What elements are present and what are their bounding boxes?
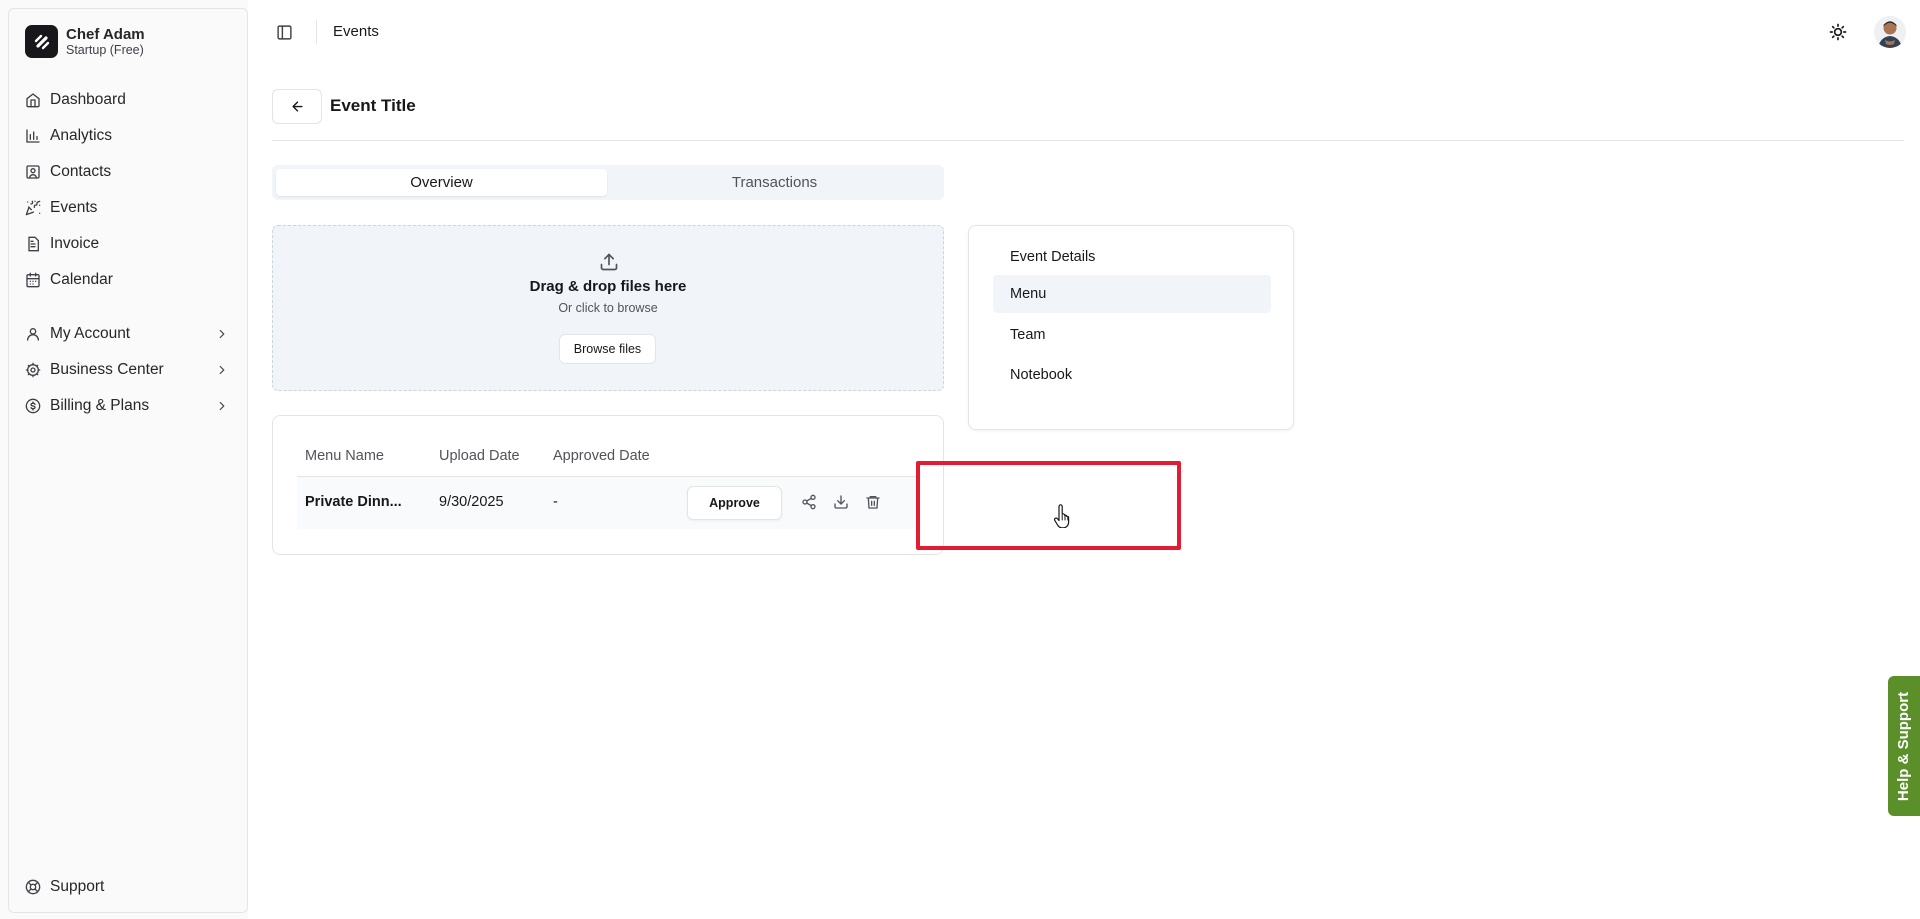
sidebar-item-label: Calendar [50, 271, 113, 288]
sidebar-item-support[interactable]: Support [17, 869, 239, 905]
sidebar-item-label: Invoice [50, 235, 100, 252]
footer-nav: Support [17, 869, 239, 905]
upload-icon [599, 252, 619, 272]
sidebar-item-dashboard[interactable]: Dashboard [17, 82, 239, 118]
details-item-notebook[interactable]: Notebook [993, 356, 1271, 394]
life-buoy-icon [25, 879, 41, 895]
divider [272, 140, 1904, 141]
share-icon[interactable] [801, 494, 817, 510]
event-details-nav: Event Details Menu Team Notebook [968, 225, 1294, 430]
panel-left-icon [276, 24, 293, 41]
chevron-right-icon [215, 399, 229, 413]
contact-icon [25, 164, 41, 180]
arrow-left-icon [290, 99, 305, 114]
sidebar-item-invoice[interactable]: Invoice [17, 226, 239, 262]
tab-transactions[interactable]: Transactions [609, 169, 940, 196]
menu-table: Menu Name Upload Date Approved Date Priv… [272, 415, 944, 555]
download-icon[interactable] [833, 494, 849, 510]
sidebar-item-label: Business Center [50, 361, 164, 378]
account-nav: My Account Business Center Billing & Pla… [17, 316, 239, 424]
chevron-right-icon [215, 363, 229, 377]
sidebar-item-label: My Account [50, 325, 131, 342]
brand-name: Chef Adam [66, 25, 145, 43]
dropzone-subtitle: Or click to browse [558, 301, 658, 315]
dropzone-title: Drag & drop files here [529, 278, 687, 295]
sidebar-item-business-center[interactable]: Business Center [17, 352, 239, 388]
user-icon [25, 326, 41, 342]
main-content: Events Event Title Overview Transactions… [248, 0, 1920, 919]
brand-plan: Startup (Free) [66, 42, 144, 57]
tab-overview[interactable]: Overview [276, 169, 607, 196]
details-item-team[interactable]: Team [993, 316, 1271, 354]
annotation-highlight-box [916, 461, 1181, 550]
sidebar-item-label: Dashboard [50, 91, 126, 108]
browse-files-button[interactable]: Browse files [559, 334, 656, 364]
hand-pointer-cursor-icon [1053, 504, 1073, 528]
sidebar-item-calendar[interactable]: Calendar [17, 262, 239, 298]
sidebar-toggle-button[interactable] [272, 20, 296, 44]
header-divider [316, 20, 317, 44]
sidebar-item-contacts[interactable]: Contacts [17, 154, 239, 190]
tab-list: Overview Transactions [272, 165, 944, 200]
cell-upload-date: 9/30/2025 [439, 494, 504, 510]
sidebar-item-my-account[interactable]: My Account [17, 316, 239, 352]
details-item-event-details[interactable]: Event Details [993, 238, 1271, 276]
sidebar-item-label: Contacts [50, 163, 112, 180]
breadcrumb[interactable]: Events [333, 23, 379, 40]
back-button[interactable] [272, 89, 322, 124]
column-header-approved-date[interactable]: Approved Date [553, 448, 650, 464]
bar-chart-icon [25, 128, 41, 144]
cell-menu-name: Private Dinn... [305, 494, 402, 510]
settings-icon [25, 362, 41, 378]
brand[interactable]: Chef Adam Startup (Free) [25, 25, 145, 58]
file-text-icon [25, 236, 41, 252]
trash-icon[interactable] [865, 494, 881, 510]
brand-logo [25, 25, 58, 58]
sidebar-item-analytics[interactable]: Analytics [17, 118, 239, 154]
sidebar-item-events[interactable]: Events [17, 190, 239, 226]
chevron-right-icon [215, 327, 229, 341]
theme-toggle-sun-icon[interactable] [1828, 22, 1848, 42]
column-header-menu-name[interactable]: Menu Name [305, 448, 384, 464]
file-dropzone[interactable]: Drag & drop files here Or click to brows… [272, 225, 944, 391]
sidebar-item-label: Events [50, 199, 98, 216]
avatar[interactable] [1874, 16, 1906, 48]
main-nav: Dashboard Analytics Contacts Events Invo… [17, 82, 239, 298]
party-popper-icon [25, 200, 41, 216]
details-item-menu[interactable]: Menu [993, 275, 1271, 313]
cell-approved-date: - [553, 494, 558, 510]
help-support-label: Help & Support [1895, 691, 1913, 801]
dollar-circle-icon [25, 398, 41, 414]
table-row[interactable]: Private Dinn... 9/30/2025 - Approve [297, 477, 921, 529]
calendar-icon [25, 272, 41, 288]
sidebar-item-label: Support [50, 878, 105, 895]
approve-button[interactable]: Approve [687, 486, 782, 520]
sidebar-item-label: Billing & Plans [50, 397, 150, 414]
sidebar-item-billing-plans[interactable]: Billing & Plans [17, 388, 239, 424]
sidebar-item-label: Analytics [50, 127, 113, 144]
help-support-tab[interactable]: Help & Support [1888, 676, 1920, 816]
sidebar: Chef Adam Startup (Free) Dashboard Analy… [8, 8, 248, 913]
page-title: Event Title [330, 96, 416, 115]
topbar: Events [248, 0, 1920, 64]
home-icon [25, 92, 41, 108]
column-header-upload-date[interactable]: Upload Date [439, 448, 520, 464]
